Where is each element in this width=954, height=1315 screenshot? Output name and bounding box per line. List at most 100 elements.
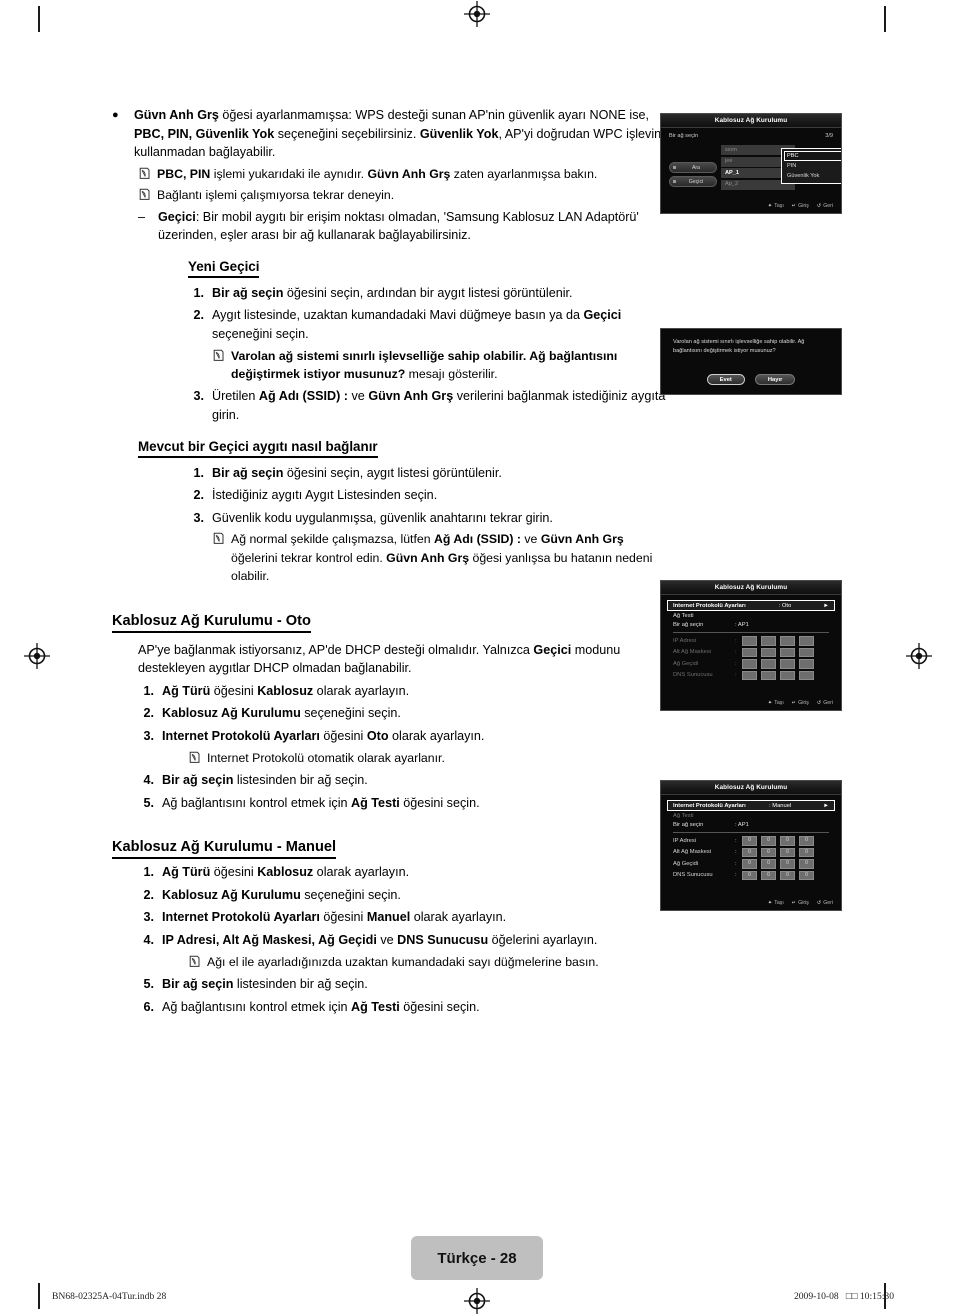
step-number: 3. [193,389,204,404]
tv3-footer-return[interactable]: ↺ Geri [817,700,833,706]
tv4-dns-octet[interactable]: 0 [761,870,776,880]
tv4-ip-octet[interactable]: 0 [742,836,757,846]
numbered-step: 3. Internet Protokolü Ayarları öğesini Ot… [138,727,668,746]
tv3-internet-protocol-row[interactable]: Internet Protokolü Ayarları : Oto ► [667,600,835,611]
note-ssid-check: Ağ normal şekilde çalışmazsa, lütfen Ağ … [212,530,668,585]
tv4-footer-return[interactable]: ↺ Geri [817,900,833,906]
numbered-step: 3. Güvenlik kodu uygulanmışsa, güvenlik a… [188,509,668,528]
tv1-footer-return[interactable]: ↺ Geri [817,203,833,209]
tv1-dropdown-option-pin[interactable]: PIN [784,161,841,171]
tv4-footer-bar: ✦ Taşı ↵ Giriş ↺ Geri [768,900,833,906]
tv3-dns-boxes [742,670,814,680]
tv1-footer-enter[interactable]: ↵ Giriş [792,203,809,209]
tv1-footer-move[interactable]: ✦ Taşı [768,203,784,209]
tv1-dropdown-option-pbc[interactable]: PBC [784,151,841,161]
tv4-subnet-octet[interactable]: 0 [742,847,757,857]
move-icon: ✦ [767,900,773,906]
tv4-row-ip-adresi[interactable]: IP Adresi : 0 0 0 0 [667,835,835,847]
tv2-button-row: Evet Hayır [661,374,841,385]
tv4-subnet-octet[interactable]: 0 [761,847,776,857]
tv4-dns-boxes: 0 0 0 0 [742,870,814,880]
tv4-subnet-octet[interactable]: 0 [799,847,814,857]
tv1-button-gecici[interactable]: Geçici [669,176,717,187]
tv3-subnet-octet [799,647,814,657]
bullet-item-guvn-anh-grs: ● Güvn Anh Grş öğesi ayarlanmamışsa: WPS… [112,106,668,162]
list-yeni-gecici-step3: 3. Üretilen Ağ Adı (SSID) : ve Güvn Anh G… [112,387,668,424]
tv4-ip-octet[interactable]: 0 [780,836,795,846]
tv4-row-dns-sunucusu[interactable]: DNS Sunucusu : 0 0 0 0 [667,870,835,882]
tv4-footer-move[interactable]: ✦ Taşı [768,900,784,906]
tv4-gateway-octet[interactable]: 0 [742,859,757,869]
dash-item-gecici: – Geçici: Bir mobil aygıtı bir erişim no… [138,208,668,245]
step-number: 1. [143,683,154,698]
step-number: 1. [193,465,204,480]
list-yeni-gecici: 1. Bir ağ seçin öğesini seçin, ardından b… [112,284,668,344]
tv4-internet-protocol-row[interactable]: Internet Protokolü Ayarları : Manuel ► [667,800,835,811]
tv3-gateway-boxes [742,659,814,669]
note-pbc-pin: PBC, PIN işlemi yukarıdaki ile aynıdır. … [138,165,668,183]
registration-mark-left [24,643,50,669]
tv1-button-ara[interactable]: Ara [669,162,717,173]
tv3-footer-enter[interactable]: ↵ Giriş [792,700,809,706]
crop-mark-top-right [884,6,886,32]
step-text: Güvenlik kodu uygulanmışsa, güvenlik ana… [212,510,553,525]
tv2-button-hayir[interactable]: Hayır [754,374,796,385]
tv4-gateway-octet[interactable]: 0 [761,859,776,869]
note-pencil-icon [138,188,157,201]
tv1-header-count: 3/9 [825,133,833,139]
tv1-network-area: Ara Geçici sson jee AP_1 Ap_2 PBC PIN Gü… [669,145,841,201]
tv4-ip-octet[interactable]: 0 [761,836,776,846]
tv2-button-evet[interactable]: Evet [706,374,745,385]
tv4-row-bir-ag-secin[interactable]: Bir ağ seçin : AP1 [667,820,835,829]
tv3-footer-move[interactable]: ✦ Taşı [768,700,784,706]
note-existing-network-warning: Varolan ağ sistemi sınırlı işlevselliğe … [212,347,668,384]
registration-mark-top [464,1,490,27]
note-pencil-icon [212,349,231,362]
tv1-security-dropdown[interactable]: PBC PIN Güvenlik Yok [781,148,841,184]
tv4-dns-octet[interactable]: 0 [799,870,814,880]
tv3-title: Kablosuz Ağ Kurulumu [661,581,841,595]
tv4-footer-enter[interactable]: ↵ Giriş [792,900,809,906]
tv4-ip-octet[interactable]: 0 [799,836,814,846]
return-icon: ↺ [816,900,822,906]
tv4-row-alt-ag-maskesi[interactable]: Alt Ağ Maskesi : 0 0 0 0 [667,847,835,859]
tv4-gateway-octet[interactable]: 0 [799,859,814,869]
tv4-ip-label: Internet Protokolü Ayarları [673,802,746,809]
tv3-subnet-boxes [742,647,814,657]
tv4-row-ag-testi[interactable]: Ağ Testi [667,811,835,820]
heading-mevcut-gecici: Mevcut bir Geçici aygıtı nasıl bağlanır [138,439,378,458]
numbered-step: 1. Bir ağ seçin öğesini seçin, aygıt list… [188,464,668,483]
crop-mark-top-left [38,6,40,32]
enter-icon: ↵ [791,900,797,906]
tv4-gateway-octet[interactable]: 0 [780,859,795,869]
step-number: 3. [193,510,204,525]
heading-kablosuz-manuel: Kablosuz Ağ Kurulumu - Manuel [112,839,337,860]
tv3-gateway-octet [780,659,795,669]
step-number: 2. [193,488,204,503]
heading-oto-wrap: Kablosuz Ağ Kurulumu - Oto [112,612,668,633]
tv4-row-ag-gecidi[interactable]: Ağ Geçidi : 0 0 0 0 [667,858,835,870]
tv3-ip-value: : Oto [778,602,792,609]
tv3-row-bir-ag-secin[interactable]: Bir ağ seçin : AP1 [667,620,835,629]
note-pencil-icon [138,167,157,180]
list-manuel-1: 1. Ağ Türü öğesini Kablosuz olarak ayarla… [112,863,668,949]
enter-icon: ↵ [791,203,797,209]
red-key-icon [673,166,676,169]
tv1-dropdown-option-guvenlik-yok[interactable]: Güvenlik Yok [784,171,841,181]
tv-screenshot-ip-settings-manual: Kablosuz Ağ Kurulumu Internet Protokolü … [660,780,842,911]
step-text: Kablosuz Ağ Kurulumu seçeneğini seçin. [162,706,401,721]
tv4-subnet-octet[interactable]: 0 [780,847,795,857]
tv3-ip-boxes [742,636,814,646]
numbered-step: 2. İstediğiniz aygıtı Aygıt Listesinden s… [188,486,668,505]
step-text: Bir ağ seçin öğesini seçin, aygıt listes… [212,465,502,480]
note-manual-number-buttons: Ağı el ile ayarladığınızda uzaktan kuman… [188,953,668,971]
tv4-dns-octet[interactable]: 0 [742,870,757,880]
tv4-dns-octet[interactable]: 0 [780,870,795,880]
numbered-step: 3. Üretilen Ağ Adı (SSID) : ve Güvn Anh G… [188,387,668,424]
note-connection-retry: Bağlantı işlemi çalışmıyorsa tekrar dene… [138,186,668,204]
note-ip-auto: Internet Protokolü otomatik olarak ayarl… [188,749,668,767]
bullet-marker: ● [112,109,119,121]
numbered-step: 4. IP Adresi, Alt Ağ Maskesi, Ağ Geçidi v… [138,931,668,950]
tv3-row-ag-testi[interactable]: Ağ Testi [667,611,835,620]
list-manuel-2: 5. Bir ağ seçin listesinden bir ağ seçin.… [112,975,668,1016]
